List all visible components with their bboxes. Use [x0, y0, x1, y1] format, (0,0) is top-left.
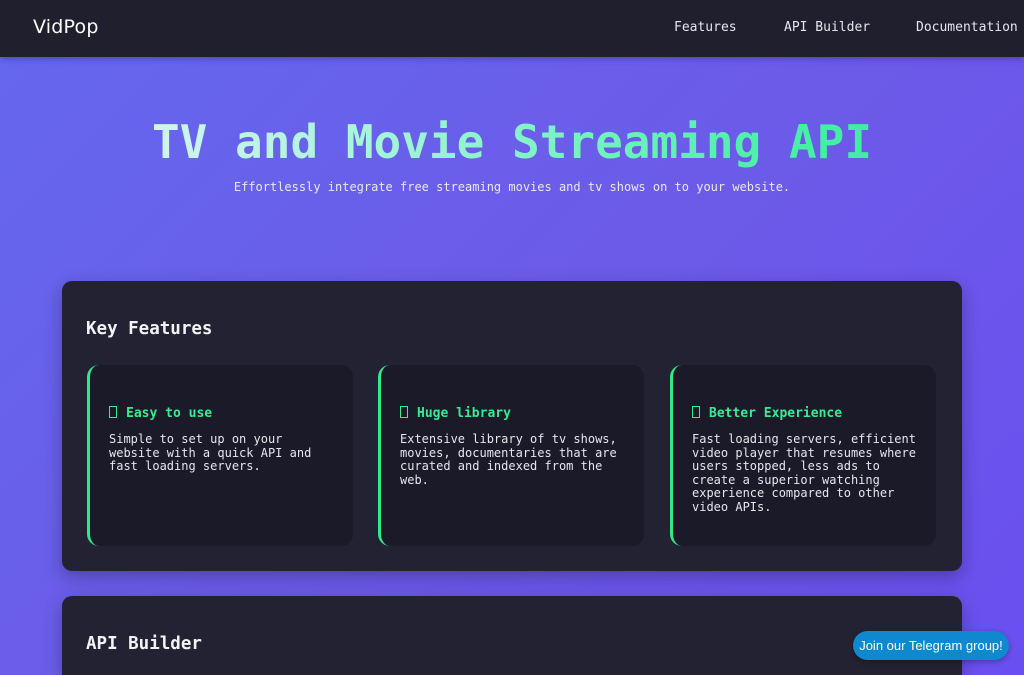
nav-link-features[interactable]: Features: [674, 20, 737, 35]
feature-card-description: Simple to set up on your website with a …: [109, 432, 312, 474]
feature-card-huge-library: Huge library Extensive library of tv sho…: [378, 365, 644, 546]
feature-card-title: Huge library: [417, 406, 511, 421]
feature-card-description: Fast loading servers, efficient video pl…: [692, 432, 916, 514]
api-builder-panel: API Builder: [62, 596, 962, 675]
feature-card-better-experience: Better Experience Fast loading servers, …: [670, 365, 936, 546]
telegram-group-button[interactable]: Join our Telegram group!: [853, 631, 1009, 660]
top-navbar: VidPop Features API Builder Documentatio…: [0, 0, 1024, 57]
nav-link-documentation[interactable]: Documentation: [916, 20, 1018, 35]
hero-title: TV and Movie Streaming API: [0, 112, 1024, 172]
feature-card-heading: Huge library: [400, 406, 511, 421]
feature-card-title: Easy to use: [126, 406, 213, 421]
feature-card-easy-to-use: Easy to use Simple to set up on your web…: [87, 365, 353, 546]
api-builder-title: API Builder: [86, 634, 202, 654]
nav-link-api-builder[interactable]: API Builder: [784, 20, 870, 35]
key-features-title: Key Features: [86, 319, 213, 339]
feature-card-description: Extensive library of tv shows, movies, d…: [400, 432, 617, 487]
feature-card-heading: Better Experience: [692, 406, 842, 421]
vidpop-logo[interactable]: VidPop: [33, 16, 99, 38]
feature-card-title: Better Experience: [709, 406, 843, 421]
key-features-panel: Key Features Easy to use Simple to set u…: [62, 281, 962, 571]
square-glyph-icon: [400, 406, 408, 418]
square-glyph-icon: [109, 406, 117, 418]
square-glyph-icon: [692, 406, 700, 418]
feature-card-heading: Easy to use: [109, 406, 212, 421]
hero-subtitle: Effortlessly integrate free streaming mo…: [233, 180, 791, 194]
